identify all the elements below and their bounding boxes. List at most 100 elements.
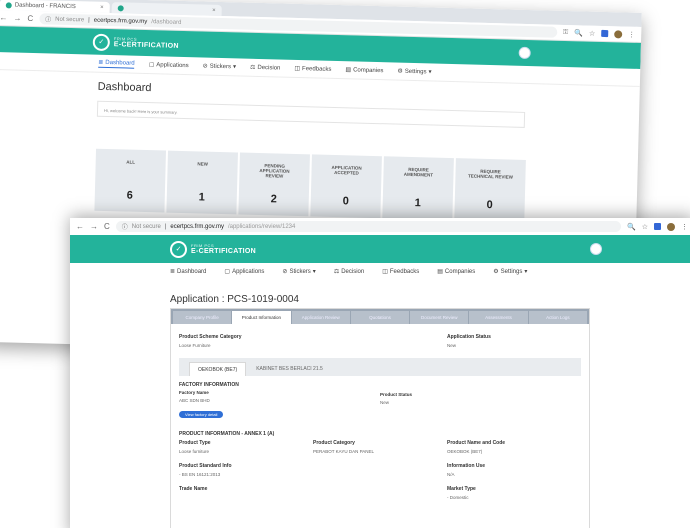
stat-card-new[interactable]: NEW 1 [166,150,238,215]
menu-label: Dashboard [105,59,135,67]
menu-label: Decision [341,268,365,275]
brand-logo[interactable]: ✓ FRIM PCS E-CERTIFICATION [170,240,257,258]
product-row-2: Product Standard Info - BS EN 16121:2013… [171,463,589,477]
dashboard-icon: ≣ [170,269,176,275]
address-bar-row: ← → C ⓘ Not secure | ecertpcs.frm.gov.my… [70,218,690,235]
info-icon: ⓘ [45,17,52,24]
menu-item-applications[interactable]: ▢ Applications [149,61,189,69]
standard-cell: Product Standard Info - BS EN 16121:2013 [179,463,447,477]
chevron-down-icon: ▾ [524,269,528,275]
menu-item-dashboard[interactable]: ≣ Dashboard [98,58,135,69]
settings-icon: ⚙ [493,269,499,275]
user-avatar[interactable] [590,243,602,255]
tab-assessments[interactable]: Assessments [469,311,528,324]
forward-arrow-icon[interactable]: → [13,14,21,23]
menu-label: Settings [404,68,427,75]
subtab-product-1[interactable]: OEKOBOK (BE7) [189,362,247,376]
key-icon[interactable]: ⚿ [563,28,569,36]
field-label: Trade Name [179,486,208,492]
tab-document-review[interactable]: Document Review [410,311,469,324]
menu-label: Dashboard [177,268,207,275]
extension-icon[interactable] [601,29,609,38]
menu-item-stickers[interactable]: ⊘ Stickers ▾ [282,268,315,276]
menu-item-stickers[interactable]: ⊘ Stickers ▾ [203,62,237,70]
field-label: Factory Name [179,390,209,395]
field-value: Loose Furniture [179,343,211,348]
logo-mark-icon: ✓ [92,33,111,51]
menu-label: Applications [156,61,189,69]
app-header: ✓ FRIM PCS E-CERTIFICATION [70,235,690,263]
brand-logo[interactable]: ✓ FRIM PCS E-CERTIFICATION [92,33,179,52]
stat-label: NEW [197,161,208,167]
product-type-cell: Product Type Loose furniture [179,440,313,454]
trade-name-cell: Trade Name [179,486,447,500]
reload-icon[interactable]: C [27,14,33,23]
menu-item-feedbacks[interactable]: ◫ Feedbacks [382,268,420,276]
menu-label: Applications [232,268,265,275]
browser-menu-icon[interactable]: ⋮ [681,223,688,231]
stat-card-technical-review[interactable]: REQUIRE TECHNICAL REVIEW 0 [454,158,526,222]
tab-quotations[interactable]: Quotations [350,311,410,324]
url-field[interactable]: ⓘ Not secure | ecertpcs.frm.gov.my/appli… [115,221,621,232]
tab-product-information[interactable]: Product Information [232,311,291,324]
back-arrow-icon[interactable]: ← [0,13,8,22]
star-icon[interactable]: ☆ [642,223,648,231]
user-avatar[interactable] [518,46,531,60]
decision-icon: ⚖ [249,64,256,71]
zoom-icon[interactable]: 🔍 [574,29,583,37]
menu-item-decision[interactable]: ⚖ Decision [334,268,365,276]
subtab-product-2[interactable]: KABINET BES BERLACI 21.5 [248,362,331,376]
tab-application-review[interactable]: Application Review [291,311,350,324]
view-factory-button[interactable]: View factory detail [179,411,224,418]
tab-company-profile[interactable]: Company Profile [173,311,232,324]
reload-icon[interactable]: C [104,222,110,231]
field-value: N/A [447,472,455,477]
field-value: - Domestic [447,495,469,500]
menu-label: Feedbacks [302,65,332,73]
url-path: /applications/review/1234 [227,223,296,230]
field-label: Product Standard Info [179,463,232,469]
stat-card-amendment[interactable]: REQUIRE AMENDMENT 1 [382,156,454,221]
companies-icon: ▤ [437,269,443,275]
close-icon[interactable]: × [100,4,104,10]
product-row-3: Trade Name Market Type - Domestic [171,486,589,500]
menu-item-companies[interactable]: ▤ Companies [345,66,383,74]
menu-label: Feedbacks [389,268,420,275]
zoom-icon[interactable]: 🔍 [627,223,636,231]
main-menu: ≣ Dashboard ▢ Applications ⊘ Stickers ▾ ⚖ Dec… [70,263,690,280]
stats-row: ALL 6 NEW 1 PENDING APPLICATION REVIEW 2 AP… [94,148,526,222]
menu-label: Companies [444,268,476,275]
stat-label: APPLICATION ACCEPTED [331,164,362,176]
profile-avatar[interactable] [614,29,623,38]
menu-item-feedbacks[interactable]: ◫ Feedbacks [294,65,331,73]
menu-item-applications[interactable]: ▢ Applications [224,268,265,276]
back-arrow-icon[interactable]: ← [76,222,84,231]
close-icon[interactable]: × [212,7,216,13]
menu-item-settings[interactable]: ⚙ Settings ▾ [493,268,528,276]
menu-item-settings[interactable]: ⚙ Settings ▾ [397,68,431,75]
browser-menu-icon[interactable]: ⋮ [628,30,635,38]
tab-action-logs[interactable]: Action Logs [528,311,587,324]
product-name-cell: Product Name and Code OEKOBOK (BE7) [447,440,581,454]
menu-item-companies[interactable]: ▤ Companies [437,268,476,276]
field-label: Market Type [447,486,476,492]
forward-arrow-icon[interactable]: → [90,222,98,231]
section-title: FACTORY INFORMATION [179,382,239,388]
stat-card-all[interactable]: ALL 6 [94,148,167,213]
url-host: ecertpcs.frm.gov.my [93,17,148,25]
stat-value: 1 [198,191,206,204]
factory-left: FACTORY INFORMATION Factory Name ABC SDN… [179,382,380,421]
stickers-icon: ⊘ [202,63,208,70]
star-icon[interactable]: ☆ [589,29,595,37]
stat-card-accepted[interactable]: APPLICATION ACCEPTED 0 [310,154,382,219]
profile-avatar[interactable] [667,222,675,231]
extension-icon[interactable] [654,223,661,230]
browser-actions: ⚿ 🔍 ☆ ⋮ [563,28,636,38]
stickers-icon: ⊘ [282,269,288,275]
menu-item-dashboard[interactable]: ≣ Dashboard [170,268,207,276]
brand-big: E-CERTIFICATION [191,247,257,255]
field-value: - BS EN 16121:2013 [179,472,221,477]
security-label: Not secure [131,223,161,230]
stat-card-pending-review[interactable]: PENDING APPLICATION REVIEW 2 [238,152,310,217]
menu-item-decision[interactable]: ⚖ Decision [250,64,281,72]
